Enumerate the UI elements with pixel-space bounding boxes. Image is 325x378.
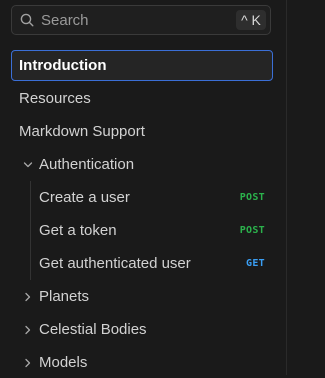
method-badge-get: GET bbox=[246, 258, 265, 269]
chevron-right-icon bbox=[23, 347, 33, 378]
search-icon bbox=[20, 13, 34, 27]
nav-item-label: Markdown Support bbox=[19, 123, 145, 140]
nav-group-label: Authentication bbox=[39, 156, 135, 173]
search-input[interactable]: Search ^ K bbox=[11, 5, 271, 35]
nav-group-label: Models bbox=[39, 354, 88, 371]
nav-subitem-create-a-user[interactable]: Create a user POST bbox=[31, 182, 273, 213]
chevron-down-icon bbox=[23, 149, 33, 180]
keyboard-shortcut-badge: ^ K bbox=[236, 10, 266, 30]
nav-subitem-get-authenticated-user[interactable]: Get authenticated user GET bbox=[31, 248, 273, 279]
nav-subitem-label: Create a user bbox=[39, 189, 130, 206]
nav-item-resources[interactable]: Resources bbox=[11, 83, 273, 114]
chevron-right-icon bbox=[23, 281, 33, 312]
method-badge-post: POST bbox=[239, 225, 265, 236]
search-placeholder: Search bbox=[41, 12, 89, 29]
sidebar: Search ^ K Introduction Resources Markdo… bbox=[0, 0, 286, 375]
nav-item-label: Resources bbox=[19, 90, 91, 107]
nav-item-markdown-support[interactable]: Markdown Support bbox=[11, 116, 273, 147]
content-pane bbox=[287, 0, 325, 375]
chevron-right-icon bbox=[23, 314, 33, 345]
nav-group-celestial-bodies[interactable]: Celestial Bodies bbox=[11, 314, 273, 345]
nav-subitem-label: Get a token bbox=[39, 222, 117, 239]
nav-item-label: Introduction bbox=[19, 57, 107, 74]
nav-group-label: Planets bbox=[39, 288, 90, 305]
nav-item-introduction[interactable]: Introduction bbox=[11, 50, 273, 81]
nav-subitem-label: Get authenticated user bbox=[39, 255, 191, 272]
nav-subitem-get-a-token[interactable]: Get a token POST bbox=[31, 215, 273, 246]
method-badge-post: POST bbox=[239, 192, 265, 203]
nav-group-label: Celestial Bodies bbox=[39, 321, 147, 338]
nav-group-planets[interactable]: Planets bbox=[11, 281, 273, 312]
nav-group-models[interactable]: Models bbox=[11, 347, 273, 378]
nav-group-authentication[interactable]: Authentication bbox=[11, 149, 273, 180]
